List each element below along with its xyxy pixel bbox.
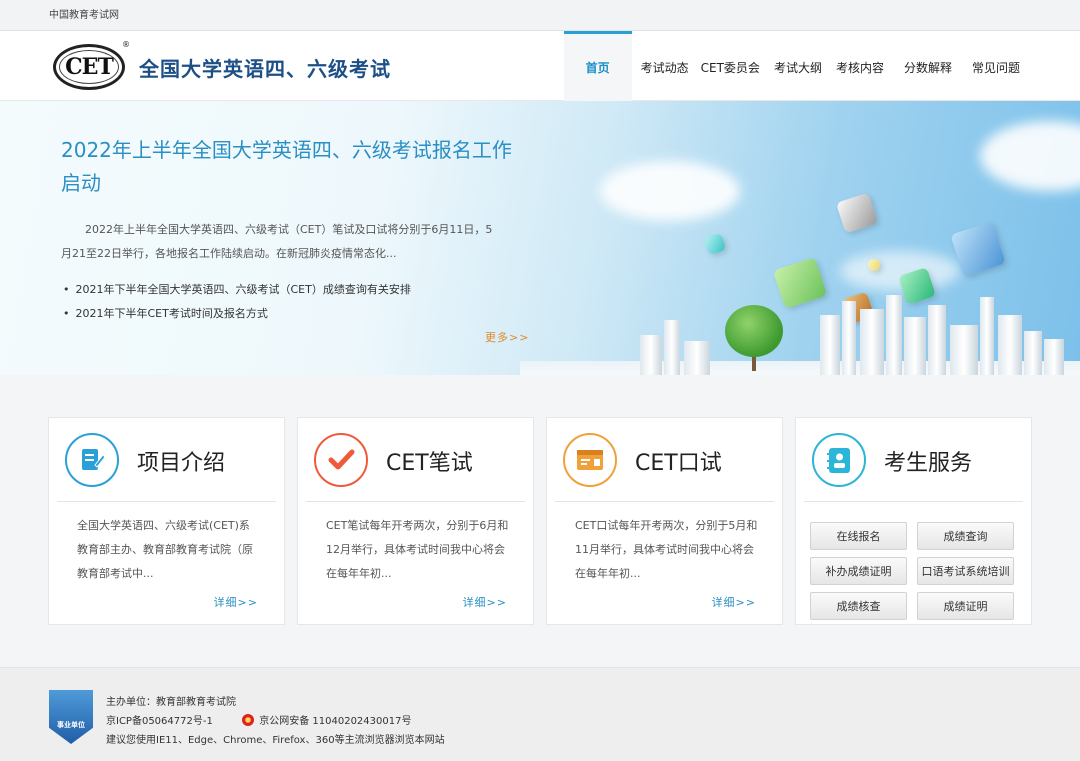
news-banner: 2022年上半年全国大学英语四、六级考试报名工作启动 2022年上半年全国大学英…: [0, 101, 1080, 375]
browser-tip: 建议您使用IE11、Edge、Chrome、Firefox、360等主流浏览器浏…: [106, 735, 445, 746]
header: CET ® 全国大学英语四、六级考试 首页 考试动态 CET委员会 考试大纲 考…: [0, 31, 1080, 101]
police-badge-icon: [242, 714, 255, 726]
banner-description: 2022年上半年全国大学英语四、六级考试（CET）笔试及口试将分别于6月11日，…: [61, 223, 493, 260]
icp-link[interactable]: 京ICP备05064772号-1: [106, 716, 213, 727]
card-candidate-services: 考生服务 在线报名 成绩查询 补办成绩证明 口语考试系统培训 成绩核查 成绩证明: [795, 417, 1032, 625]
banner-news-list: 2021年下半年全国大学英语四、六级考试（CET）成绩查询有关安排 2021年下…: [63, 278, 411, 326]
online-registration-button[interactable]: 在线报名: [810, 522, 907, 550]
score-certificate-button[interactable]: 成绩证明: [917, 592, 1014, 620]
piano-cube-icon: [835, 192, 879, 234]
cyan-cube-icon: [703, 232, 727, 256]
main-nav: 首页 考试动态 CET委员会 考试大纲 考核内容 分数解释 常见问题: [563, 31, 1028, 101]
nav-cet-committee[interactable]: CET委员会: [695, 31, 766, 101]
card-text: CET笔试每年开考两次，分别于6月和12月举行，具体考试时间我中心将会在每年年初…: [326, 519, 509, 580]
nav-home[interactable]: 首页: [563, 31, 632, 101]
card-title: 项目介绍: [137, 451, 226, 476]
sponsor-text: 主办单位：教育部教育考试院: [106, 697, 236, 708]
footer: 事业单位 主办单位：教育部教育考试院 京ICP备05064772号-1 京公网安…: [0, 667, 1080, 761]
city-skyline: [560, 295, 1080, 375]
more-news-link[interactable]: 更多>>: [485, 329, 529, 345]
logo-text: CET: [65, 54, 114, 80]
badge-label: 事业单位: [57, 721, 85, 729]
score-query-button[interactable]: 成绩查询: [917, 522, 1014, 550]
cet-logo[interactable]: CET ®: [53, 40, 130, 90]
card-text: CET口试每年开考两次，分别于5月和11月举行，具体考试时间我中心将会在每年年初…: [575, 519, 758, 580]
card-cet-oral: CET口试 CET口试每年开考两次，分别于5月和11月举行，具体考试时间我中心将…: [546, 417, 783, 625]
nav-syllabus[interactable]: 考试大纲: [766, 31, 830, 101]
details-link[interactable]: 详细>>: [214, 594, 258, 610]
card-project-intro: 项目介绍 全国大学英语四、六级考试(CET)系教育部主办、教育部教育考试院（原教…: [48, 417, 285, 625]
top-bar: 中国教育考试网: [0, 0, 1080, 31]
banner-headline[interactable]: 2022年上半年全国大学英语四、六级考试报名工作启动: [61, 134, 521, 200]
tree-decoration: [725, 305, 783, 357]
card-title: CET笔试: [386, 451, 473, 476]
reissue-certificate-button[interactable]: 补办成绩证明: [810, 557, 907, 585]
contact-book-icon: [812, 433, 866, 487]
site-title: 全国大学英语四、六级考试: [139, 57, 391, 81]
nav-content[interactable]: 考核内容: [830, 31, 896, 101]
logo-registered-mark: ®: [122, 40, 130, 49]
cloud-decoration: [600, 161, 740, 221]
details-link[interactable]: 详细>>: [712, 594, 756, 610]
details-link[interactable]: 详细>>: [463, 594, 507, 610]
card-title: 考生服务: [884, 451, 973, 476]
nav-score-explanation[interactable]: 分数解释: [896, 31, 964, 101]
oral-exam-training-button[interactable]: 口语考试系统培训: [917, 557, 1014, 585]
feature-cards: 项目介绍 全国大学英语四、六级考试(CET)系教育部主办、教育部教育考试院（原教…: [48, 417, 1032, 625]
police-record-link[interactable]: 京公网安备 11040202430017号: [259, 716, 411, 727]
site-link[interactable]: 中国教育考试网: [49, 10, 119, 21]
news-link[interactable]: 2021年下半年全国大学英语四、六级考试（CET）成绩查询有关安排: [63, 278, 411, 302]
service-buttons: 在线报名 成绩查询 补办成绩证明 口语考试系统培训 成绩核查 成绩证明: [810, 522, 1016, 620]
cloud-decoration: [980, 121, 1080, 191]
checkmark-icon: [314, 433, 368, 487]
document-edit-icon: [65, 433, 119, 487]
id-card-icon: [563, 433, 617, 487]
card-text: 全国大学英语四、六级考试(CET)系教育部主办、教育部教育考试院（原教育部考试中…: [77, 519, 253, 580]
news-link[interactable]: 2021年下半年CET考试时间及报名方式: [63, 302, 411, 326]
card-title: CET口试: [635, 451, 722, 476]
nav-exam-news[interactable]: 考试动态: [637, 31, 695, 101]
footer-info: 主办单位：教育部教育考试院 京ICP备05064772号-1 京公网安备 110…: [106, 693, 445, 750]
card-cet-written: CET笔试 CET笔试每年开考两次，分别于6月和12月举行，具体考试时间我中心将…: [297, 417, 534, 625]
score-review-button[interactable]: 成绩核查: [810, 592, 907, 620]
public-institution-badge[interactable]: 事业单位: [49, 690, 93, 744]
nav-faq[interactable]: 常见问题: [964, 31, 1028, 101]
